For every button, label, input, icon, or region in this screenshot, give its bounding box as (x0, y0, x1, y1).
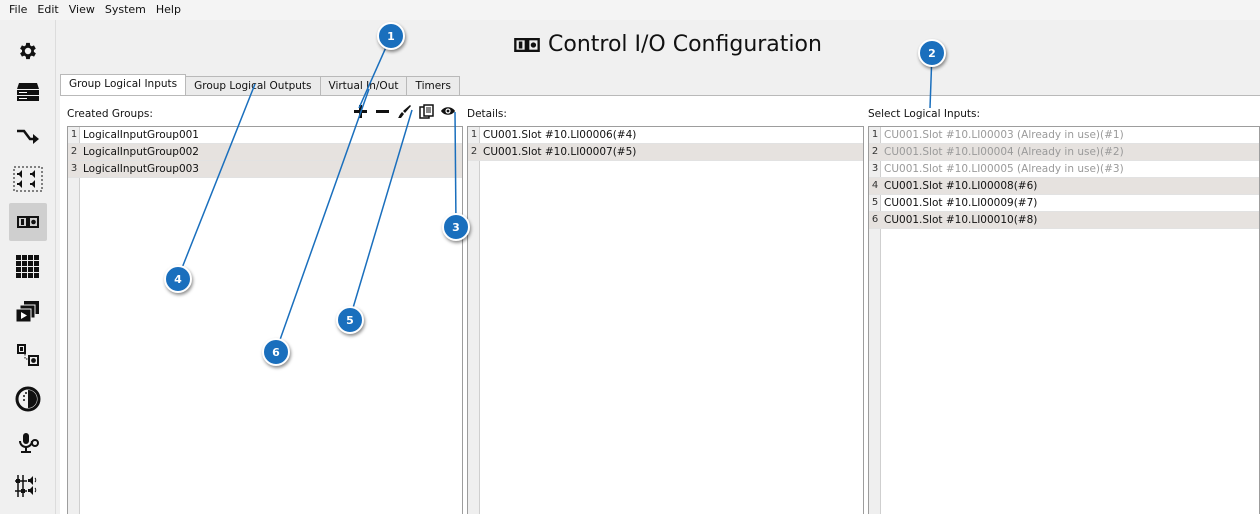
list-item[interactable]: 4 CU001.Slot #10.LI00008(#6) (869, 178, 1259, 195)
copy-icon[interactable] (418, 103, 434, 119)
row-index: 2 (70, 146, 78, 157)
callout-badge-2: 2 (918, 39, 946, 67)
list-item: 2 CU001.Slot #10.LI00004 (Already in use)… (869, 144, 1259, 161)
routing-arrow-icon[interactable] (9, 116, 47, 154)
row-index: 4 (871, 180, 879, 191)
list-item[interactable]: 5 CU001.Slot #10.LI00009(#7) (869, 195, 1259, 212)
logical-inputs-list[interactable]: 1 CU001.Slot #10.LI00003 (Already in use)… (868, 126, 1260, 514)
audio-channels-icon[interactable] (9, 160, 47, 198)
list-item[interactable]: 1 LogicalInputGroup001 (68, 127, 462, 144)
group-toolbar (352, 103, 456, 119)
detail-input-name: CU001.Slot #10.LI00006(#4) (483, 129, 637, 141)
group-name: LogicalInputGroup001 (83, 129, 199, 141)
sidebar (0, 20, 56, 514)
menu-system[interactable]: System (100, 0, 151, 20)
logical-input-name: CU001.Slot #10.LI00010(#8) (884, 214, 1038, 226)
control-io-icon[interactable] (9, 203, 47, 241)
row-index: 3 (871, 163, 879, 174)
detail-input-name: CU001.Slot #10.LI00007(#5) (483, 146, 637, 158)
list-item: 1 CU001.Slot #10.LI00003 (Already in use)… (869, 127, 1259, 144)
row-index: 1 (470, 129, 478, 140)
group-name: LogicalInputGroup003 (83, 163, 199, 175)
logical-input-name: CU001.Slot #10.LI00009(#7) (884, 197, 1038, 209)
tab-virtual-in-out[interactable]: Virtual In/Out (319, 76, 408, 95)
io-mapping-icon[interactable] (9, 336, 47, 374)
tab-group-logical-outputs[interactable]: Group Logical Outputs (185, 76, 321, 95)
rename-brush-icon[interactable] (396, 103, 412, 119)
view-icon[interactable] (440, 103, 456, 119)
callout-badge-3: 3 (442, 213, 470, 241)
list-item[interactable]: 6 CU001.Slot #10.LI00010(#8) (869, 212, 1259, 229)
row-index: 1 (871, 129, 879, 140)
row-index: 1 (70, 129, 78, 140)
callout-badge-4: 4 (164, 265, 192, 293)
remove-icon[interactable] (374, 103, 390, 119)
control-io-icon (514, 37, 540, 52)
logical-input-name: CU001.Slot #10.LI00005 (Already in use)(… (884, 163, 1124, 175)
list-item[interactable]: 2 CU001.Slot #10.LI00007(#5) (468, 144, 863, 161)
row-index: 3 (70, 163, 78, 174)
created-groups-label: Created Groups: (67, 108, 153, 120)
video-slides-icon[interactable] (9, 293, 47, 331)
row-number-gutter (68, 127, 80, 514)
fader-speaker-icon[interactable] (9, 467, 47, 505)
menu-bar: File Edit View System Help (0, 0, 1260, 20)
menu-file[interactable]: File (4, 0, 32, 20)
list-item: 3 CU001.Slot #10.LI00005 (Already in use)… (869, 161, 1259, 178)
list-item[interactable]: 3 LogicalInputGroup003 (68, 161, 462, 178)
group-name: LogicalInputGroup002 (83, 146, 199, 158)
row-index: 2 (470, 146, 478, 157)
menu-help[interactable]: Help (151, 0, 186, 20)
row-index: 5 (871, 197, 879, 208)
row-index: 2 (871, 146, 879, 157)
page-title-text: Control I/O Configuration (548, 32, 822, 57)
logical-input-name: CU001.Slot #10.LI00008(#6) (884, 180, 1038, 192)
list-item[interactable]: 1 CU001.Slot #10.LI00006(#4) (468, 127, 863, 144)
matrix-grid-icon[interactable] (9, 248, 47, 286)
page-title: Control I/O Configuration (514, 32, 822, 57)
row-number-gutter (468, 127, 480, 514)
row-index: 6 (871, 214, 879, 225)
tab-timers[interactable]: Timers (406, 76, 460, 95)
logical-input-name: CU001.Slot #10.LI00004 (Already in use)(… (884, 146, 1124, 158)
meter-clock-icon[interactable] (9, 380, 47, 418)
add-icon[interactable] (352, 103, 368, 119)
details-list[interactable]: 1 CU001.Slot #10.LI00006(#4) 2 CU001.Slot … (467, 126, 864, 514)
menu-edit[interactable]: Edit (32, 0, 63, 20)
callout-badge-6: 6 (262, 338, 290, 366)
callout-badge-5: 5 (336, 306, 364, 334)
list-item[interactable]: 2 LogicalInputGroup002 (68, 144, 462, 161)
select-logical-inputs-label: Select Logical Inputs: (868, 108, 981, 120)
microphone-settings-icon[interactable] (9, 424, 47, 462)
gear-icon[interactable] (9, 32, 47, 70)
menu-view[interactable]: View (64, 0, 100, 20)
details-label: Details: (467, 108, 507, 120)
created-groups-list[interactable]: 1 LogicalInputGroup001 2 LogicalInputGroup… (67, 126, 463, 514)
logical-input-name: CU001.Slot #10.LI00003 (Already in use)(… (884, 129, 1124, 141)
server-rack-icon[interactable] (9, 73, 47, 111)
tab-group-logical-inputs[interactable]: Group Logical Inputs (60, 74, 187, 95)
tab-bar: Group Logical Inputs Group Logical Outpu… (60, 74, 460, 95)
callout-badge-1: 1 (377, 22, 405, 50)
